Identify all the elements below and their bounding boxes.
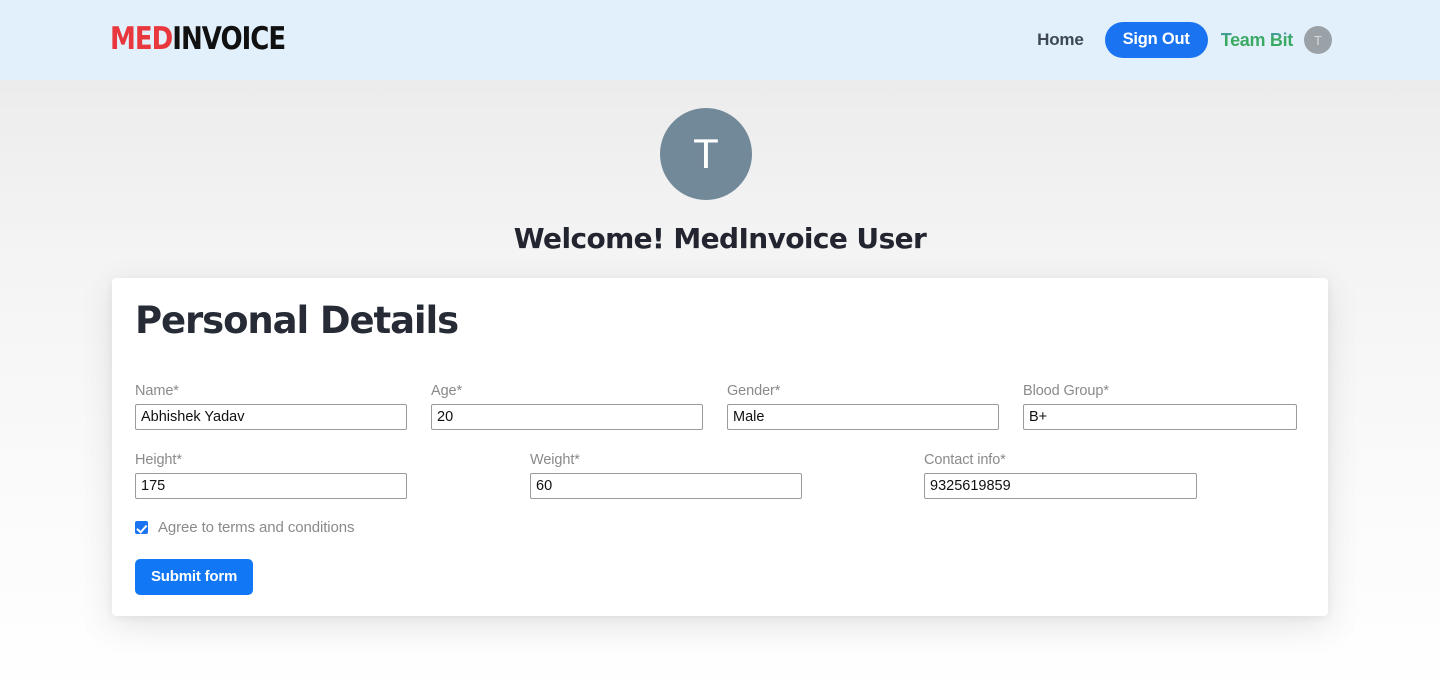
terms-row: Agree to terms and conditions — [135, 519, 354, 536]
gender-input[interactable] — [727, 404, 999, 430]
blood-group-input[interactable] — [1023, 404, 1297, 430]
field-weight: Weight* — [530, 452, 802, 499]
team-name-label: Team Bit — [1220, 29, 1294, 50]
logo-text-med: MED — [110, 21, 173, 57]
label-height: Height* — [135, 452, 182, 468]
submit-form-button[interactable]: Submit form — [135, 559, 254, 595]
label-age: Age* — [431, 383, 463, 399]
sign-out-button[interactable]: Sign Out — [1104, 22, 1208, 58]
field-contact-info: Contact info* — [924, 452, 1197, 499]
label-gender: Gender* — [727, 383, 781, 399]
label-weight: Weight* — [530, 452, 580, 468]
age-input[interactable] — [431, 404, 703, 430]
contact-info-input[interactable] — [924, 473, 1197, 499]
personal-details-card: Personal Details Name* Age* Gender* Bloo… — [112, 278, 1328, 616]
welcome-title: Welcome! MedInvoice User — [513, 222, 927, 255]
label-contact-info: Contact info* — [924, 452, 1006, 468]
height-input[interactable] — [135, 473, 407, 499]
logo-text-invoice: INVOICE — [172, 21, 286, 57]
name-input[interactable] — [135, 404, 407, 430]
field-blood-group: Blood Group* — [1023, 383, 1297, 430]
terms-checkbox[interactable] — [135, 521, 148, 534]
header-avatar[interactable]: T — [1304, 26, 1332, 54]
page-root: MEDINVOICE Home Sign Out Team Bit T T We… — [0, 0, 1440, 700]
field-height: Height* — [135, 452, 407, 499]
label-blood-group: Blood Group* — [1023, 383, 1109, 399]
field-age: Age* — [431, 383, 703, 430]
profile-avatar: T — [660, 108, 752, 200]
nav-link-home[interactable]: Home — [1037, 30, 1084, 50]
field-name: Name* — [135, 383, 407, 430]
site-header: MEDINVOICE Home Sign Out Team Bit T — [0, 0, 1440, 80]
label-name: Name* — [135, 383, 179, 399]
header-nav: Home Sign Out Team Bit T — [1037, 0, 1332, 80]
card-title: Personal Details — [135, 299, 459, 342]
field-gender: Gender* — [727, 383, 999, 430]
brand-logo[interactable]: MEDINVOICE — [110, 21, 286, 57]
weight-input[interactable] — [530, 473, 802, 499]
terms-label: Agree to terms and conditions — [158, 519, 355, 536]
